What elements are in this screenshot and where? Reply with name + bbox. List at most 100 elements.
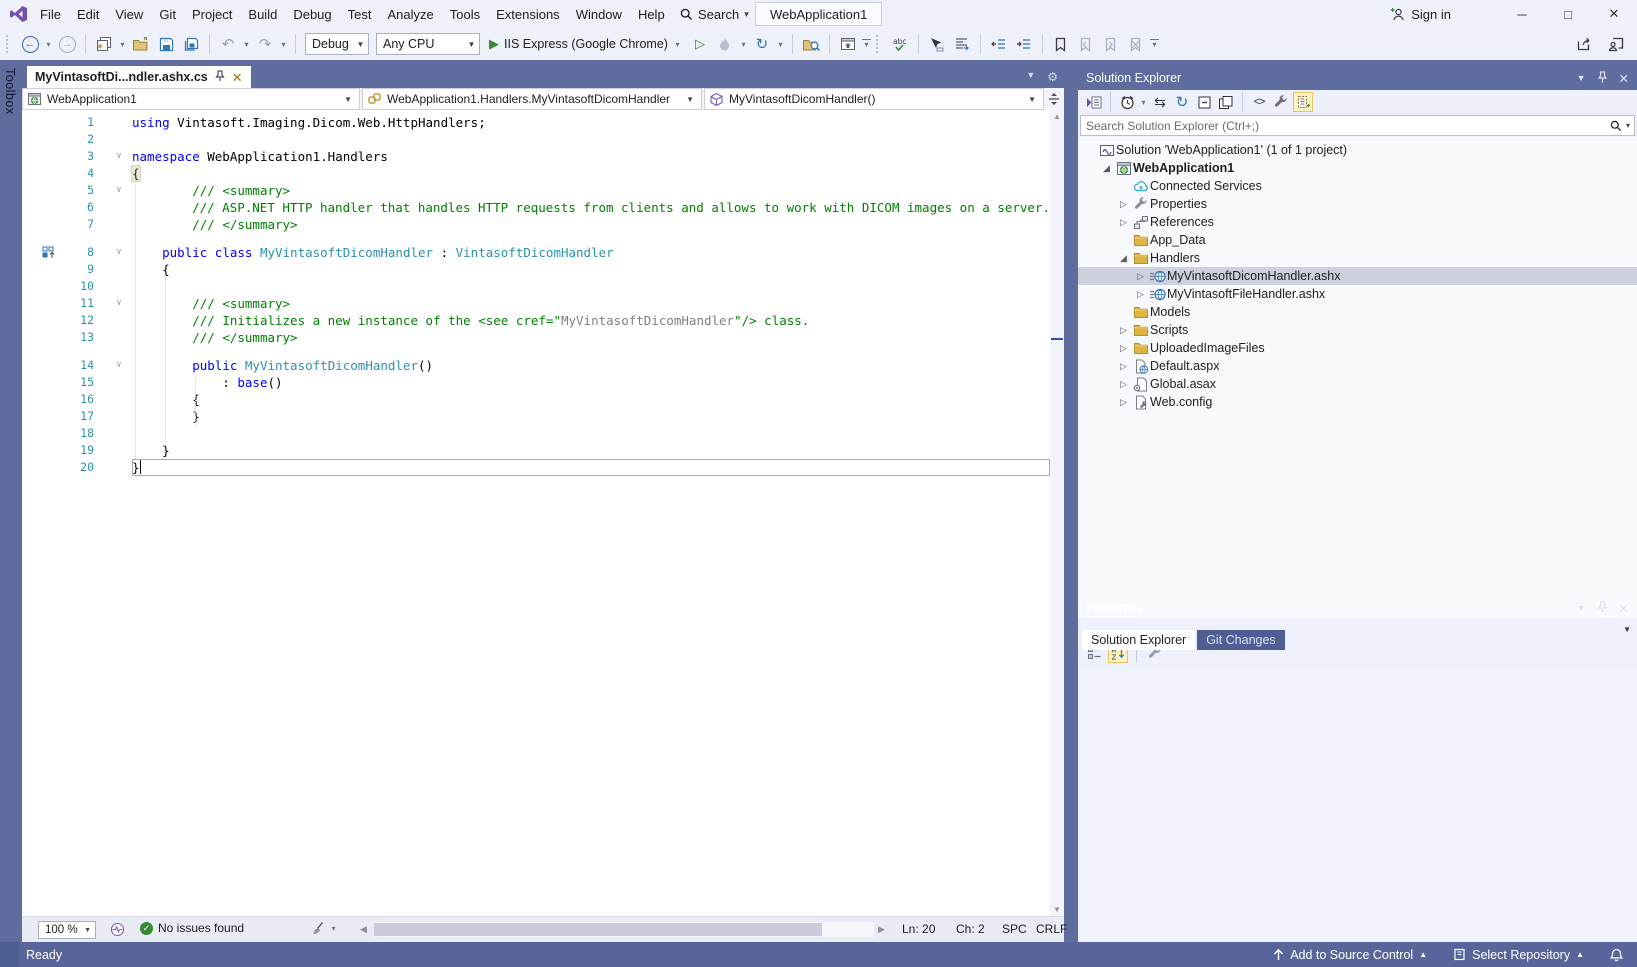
- collapse-chevron-icon[interactable]: ∨: [106, 357, 132, 374]
- clear-bookmarks-button[interactable]: [1125, 32, 1147, 56]
- expand-arrow-icon[interactable]: ▷: [1116, 361, 1131, 372]
- select-mode-button[interactable]: [926, 32, 948, 56]
- scroll-right-icon[interactable]: ▶: [878, 924, 885, 935]
- view-code-button[interactable]: <>: [1249, 92, 1269, 112]
- add-to-source-control-button[interactable]: Add to Source Control ▲: [1273, 948, 1427, 962]
- maximize-button[interactable]: □: [1545, 0, 1591, 28]
- save-button[interactable]: [155, 32, 177, 56]
- properties-header[interactable]: Properties ▼ ✕: [1078, 596, 1637, 620]
- expand-arrow-icon[interactable]: ▷: [1116, 397, 1131, 408]
- menu-file[interactable]: File: [32, 0, 69, 28]
- close-button[interactable]: ✕: [1591, 0, 1637, 28]
- vertical-scrollbar[interactable]: ▲ ▼: [1050, 110, 1064, 916]
- solution-explorer-header[interactable]: Solution Explorer ▼ ✕: [1078, 66, 1637, 90]
- solution-configuration-combobox[interactable]: Debug ▼: [305, 33, 369, 55]
- menu-edit[interactable]: Edit: [69, 0, 107, 28]
- collapse-all-button[interactable]: [1194, 92, 1214, 112]
- collapse-chevron-icon[interactable]: ∨: [106, 295, 132, 312]
- issues-indicator[interactable]: ✓ No issues found: [140, 921, 244, 935]
- restart-button[interactable]: ↻: [751, 32, 773, 56]
- tree-item-web-config[interactable]: ▷ Web.config: [1078, 393, 1637, 411]
- tree-item-default-aspx[interactable]: ▷ Default.aspx: [1078, 357, 1637, 375]
- switch-views-button[interactable]: [1084, 92, 1104, 112]
- tree-item-myvintasoftdicomhandler-ashx[interactable]: ▷ MyVintasoftDicomHandler.ashx: [1078, 267, 1637, 285]
- preview-selected-items-button[interactable]: [1216, 92, 1236, 112]
- expand-arrow-icon[interactable]: ▷: [1116, 217, 1131, 228]
- properties-button[interactable]: [1271, 92, 1291, 112]
- tree-item-myvintasoftfilehandler-ashx[interactable]: ▷ MyVintasoftFileHandler.ashx: [1078, 285, 1637, 303]
- collapse-arrow-icon[interactable]: ◢: [1116, 253, 1131, 264]
- tree-item-uploadedimagefiles[interactable]: ▷ UploadedImageFiles: [1078, 339, 1637, 357]
- menu-project[interactable]: Project: [184, 0, 240, 28]
- increase-indent-button[interactable]: [1013, 32, 1035, 56]
- browser-link-dropdown-icon[interactable]: ▾: [861, 39, 871, 49]
- menu-view[interactable]: View: [107, 0, 151, 28]
- open-file-button[interactable]: [130, 32, 152, 56]
- scroll-down-icon[interactable]: ▼: [1050, 905, 1064, 914]
- select-repository-button[interactable]: Select Repository ▲: [1453, 948, 1584, 962]
- menu-build[interactable]: Build: [240, 0, 285, 28]
- navigate-forward-button[interactable]: →: [56, 32, 78, 56]
- close-pane-icon[interactable]: ✕: [1619, 71, 1629, 86]
- close-pane-icon[interactable]: ✕: [1619, 601, 1629, 616]
- notifications-button[interactable]: [1610, 948, 1623, 962]
- line-indicator[interactable]: Ln: 20: [902, 922, 935, 936]
- hot-reload-dropdown-icon[interactable]: ▾: [739, 40, 748, 49]
- expand-arrow-icon[interactable]: ▷: [1133, 271, 1148, 282]
- menu-help[interactable]: Help: [630, 0, 673, 28]
- menu-analyze[interactable]: Analyze: [379, 0, 441, 28]
- encoding-indicator[interactable]: SPC: [1002, 922, 1027, 936]
- find-in-files-button[interactable]: [800, 32, 822, 56]
- collapse-arrow-icon[interactable]: ◢: [1099, 163, 1114, 174]
- toolbar-drag-grip[interactable]: [6, 35, 14, 53]
- new-item-dropdown-icon[interactable]: ▾: [118, 40, 127, 49]
- tree-item-global-asax[interactable]: ▷ Global.asax: [1078, 375, 1637, 393]
- share-button[interactable]: [1573, 32, 1595, 56]
- scroll-up-icon[interactable]: ▲: [1050, 112, 1064, 121]
- toolbox-tab[interactable]: Toolbox: [0, 60, 20, 123]
- start-debugging-button[interactable]: ▶ IIS Express (Google Chrome) ▾: [485, 32, 686, 56]
- window-position-dropdown-icon[interactable]: ▼: [1577, 73, 1586, 83]
- active-solution-pill[interactable]: WebApplication1: [755, 2, 883, 26]
- line-ending-indicator[interactable]: CRLF: [1036, 922, 1067, 936]
- solution-platform-combobox[interactable]: Any CPU ▼: [376, 33, 480, 55]
- redo-dropdown-icon[interactable]: ▾: [279, 40, 288, 49]
- scroll-left-icon[interactable]: ◀: [360, 924, 367, 935]
- zoom-combobox[interactable]: 100 % ▼: [38, 921, 96, 939]
- expand-arrow-icon[interactable]: ▷: [1116, 325, 1131, 336]
- filter-dropdown-icon[interactable]: ▾: [1139, 98, 1148, 107]
- pin-pane-icon[interactable]: [1597, 70, 1607, 86]
- menu-debug[interactable]: Debug: [285, 0, 339, 28]
- tab-list-dropdown-icon[interactable]: ▼: [1026, 70, 1035, 84]
- column-indicator[interactable]: Ch: 2: [956, 922, 985, 936]
- tree-item-solution-webapplication1-1-of-1-project[interactable]: Solution 'WebApplication1' (1 of 1 proje…: [1078, 141, 1637, 159]
- horizontal-scrollbar-thumb[interactable]: [374, 923, 822, 936]
- expand-arrow-icon[interactable]: ▷: [1116, 343, 1131, 354]
- project-dropdown[interactable]: WebApplication1 ▼: [22, 88, 360, 110]
- previous-bookmark-button[interactable]: [1075, 32, 1097, 56]
- menu-test[interactable]: Test: [340, 0, 380, 28]
- expand-arrow-icon[interactable]: ▷: [1116, 199, 1131, 210]
- codelens-indicator-icon[interactable]: [42, 246, 56, 262]
- panel-tab-git-changes[interactable]: Git Changes: [1197, 630, 1285, 650]
- pending-changes-filter-button[interactable]: [1117, 92, 1137, 112]
- split-window-button[interactable]: [1044, 88, 1064, 110]
- menu-tools[interactable]: Tools: [442, 0, 488, 28]
- document-tab[interactable]: MyVintasoftDi...ndler.ashx.cs ✕: [27, 66, 251, 88]
- navigate-back-button[interactable]: ←: [19, 32, 41, 56]
- tree-item-scripts[interactable]: ▷ Scripts: [1078, 321, 1637, 339]
- expand-arrow-icon[interactable]: ▷: [1116, 379, 1131, 390]
- minimize-button[interactable]: ─: [1499, 0, 1545, 28]
- toolbar-drag-grip[interactable]: [875, 35, 884, 53]
- code-editor[interactable]: 1 using Vintasoft.Imaging.Dicom.Web.HttpH…: [22, 110, 1064, 916]
- editor-settings-gear-icon[interactable]: ⚙: [1047, 70, 1058, 84]
- tree-item-webapplication1[interactable]: ◢ WebApplication1: [1078, 159, 1637, 177]
- tree-item-models[interactable]: Models: [1078, 303, 1637, 321]
- window-position-dropdown-icon[interactable]: ▼: [1577, 603, 1586, 613]
- member-dropdown[interactable]: MyVintasoftDicomHandler() ▼: [704, 88, 1044, 110]
- feedback-corner[interactable]: [0, 942, 18, 967]
- sign-in-button[interactable]: Sign in: [1382, 0, 1459, 28]
- toolbar-overflow-icon[interactable]: ▾: [1149, 39, 1159, 49]
- new-project-button[interactable]: [93, 32, 115, 56]
- next-bookmark-button[interactable]: [1100, 32, 1122, 56]
